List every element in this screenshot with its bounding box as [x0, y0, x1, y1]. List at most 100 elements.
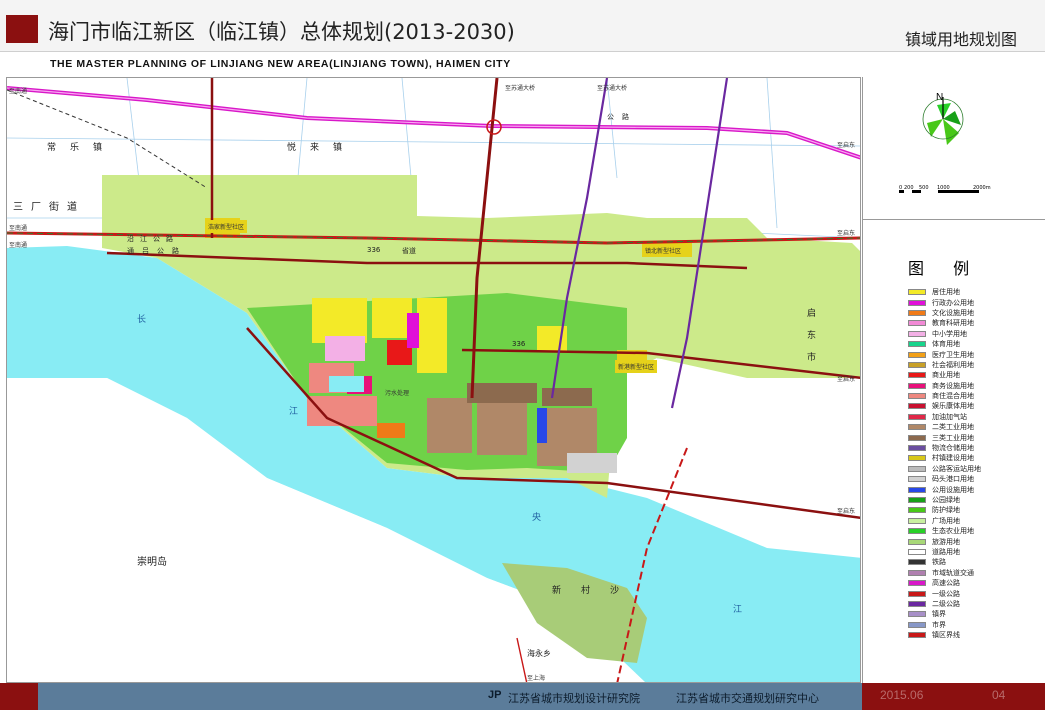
- legend-label: 高速公路: [932, 579, 960, 588]
- scale-label-500: 500: [919, 185, 929, 191]
- legend-label: 中小学用地: [932, 329, 967, 338]
- english-subtitle: THE MASTER PLANNING OF LINJIANG NEW AREA…: [50, 58, 511, 70]
- legend-item: 生态农业用地: [908, 526, 1043, 536]
- legend-item: 加油加气站: [908, 412, 1043, 422]
- legend-swatch: [908, 559, 926, 566]
- place-chongming: 崇明岛: [137, 557, 167, 568]
- page-title: 海门市临江新区（临江镇）总体规划(2013-2030): [48, 20, 515, 44]
- road-label-shengdao: 省道: [402, 247, 416, 255]
- legend-label: 文化设施用地: [932, 308, 974, 317]
- legend-label: 市界: [932, 620, 946, 629]
- legend-swatch: [908, 569, 926, 576]
- legend-label: 三类工业用地: [932, 433, 974, 442]
- legend-swatch: [908, 393, 926, 400]
- edge-label-east4: 至启东: [837, 508, 856, 515]
- legend-swatch: [908, 590, 926, 597]
- edge-label-north1: 至苏通大桥: [505, 85, 536, 92]
- legend-label: 公园绿地: [932, 496, 960, 504]
- institute-logo-icon: JP: [488, 689, 502, 701]
- legend-label: 体育用地: [932, 340, 960, 349]
- sheet-title: 镇域用地规划图: [904, 30, 1017, 49]
- legend-label: 社会福利用地: [932, 360, 974, 369]
- legend-item: 镇区界线: [908, 630, 1043, 640]
- legend-item: 高速公路: [908, 578, 1043, 588]
- footer-bar: JP 江苏省城市规划设计研究院 江苏省城市交通规划研究中心 2015.06 04: [0, 683, 1045, 710]
- legend-swatch: [908, 361, 926, 368]
- legend-title: 图 例: [908, 259, 982, 278]
- road-label-gonglu: 公路: [607, 113, 637, 121]
- footer-org-primary: 江苏省城市规划设计研究院: [508, 692, 640, 705]
- legend-swatch: [908, 382, 926, 389]
- legend-swatch: [908, 289, 926, 296]
- legend-label: 一级公路: [932, 589, 960, 598]
- edge-label-west3: 至南通: [9, 242, 28, 249]
- legend-swatch: [908, 320, 926, 327]
- legend-swatch: [908, 528, 926, 535]
- edge-label-east3: 至启东: [837, 376, 856, 383]
- legend-item: 文化设施用地: [908, 308, 1043, 318]
- river-label-yang: 央: [532, 513, 542, 523]
- land-use-map[interactable]: 常乐镇 悦来镇 三厂街道 启东市 崇明岛 海永乡 新村沙 长 江 央 江 336…: [6, 77, 861, 683]
- legend-item: 娱乐康体用地: [908, 401, 1043, 411]
- legend-swatch: [908, 497, 926, 503]
- legend-swatch: [908, 507, 926, 514]
- legend-item: 旅游用地: [908, 536, 1043, 546]
- legend-label: 防护绿地: [932, 506, 960, 515]
- legend-item: 社会福利用地: [908, 360, 1043, 370]
- legend-item: 物流仓储用地: [908, 443, 1043, 453]
- footer-page-number: 04: [992, 688, 1006, 702]
- legend-swatch: [908, 403, 926, 410]
- legend-item: 广场用地: [908, 516, 1043, 526]
- river-label-jiang2: 江: [733, 605, 743, 615]
- legend-item: 商务设施用地: [908, 381, 1043, 391]
- legend-swatch: [908, 632, 926, 639]
- legend-swatch: [908, 621, 926, 628]
- legend-swatch: [908, 309, 926, 316]
- legend-item: 商住混合用地: [908, 391, 1043, 401]
- road-label-yanjiang: 沿江公路: [127, 235, 179, 243]
- legend-label: 医疗卫生用地: [932, 350, 974, 359]
- road-label-336: 336: [367, 246, 381, 254]
- scale-label-2000: 2000m: [973, 185, 991, 191]
- scale-label-1000: 1000: [937, 185, 950, 191]
- legend-item: 三类工业用地: [908, 432, 1043, 442]
- legend-label: 道路用地: [932, 547, 960, 556]
- legend-label: 商住混合用地: [932, 392, 974, 401]
- footer-brand-block: [0, 683, 38, 710]
- legend-label: 物流仓储用地: [932, 444, 974, 453]
- legend-item: 村镇建设用地: [908, 453, 1043, 463]
- legend-panel: N 0 200 500 1000 2000m 图 例 居住用地 行政办公用地 文化设…: [862, 77, 1045, 683]
- legend-label: 码头港口用地: [932, 475, 974, 484]
- legend-label: 旅游用地: [932, 537, 960, 546]
- scale-label-0: 0: [899, 185, 903, 191]
- legend-swatch: [908, 465, 926, 472]
- legend-item: 码头港口用地: [908, 474, 1043, 484]
- footer-date: 2015.06: [880, 688, 924, 702]
- legend-swatch: [908, 600, 926, 607]
- place-qidong: 启东市: [807, 309, 817, 363]
- legend-swatch: [908, 476, 926, 483]
- legend-item: 中小学用地: [908, 329, 1043, 339]
- legend-item: 二类工业用地: [908, 422, 1043, 432]
- legend-swatch: [908, 548, 926, 555]
- footer-org-secondary: 江苏省城市交通规划研究中心: [676, 692, 819, 705]
- legend-swatch: [908, 445, 926, 452]
- legend-label: 娱乐康体用地: [932, 402, 974, 411]
- legend-label: 教育科研用地: [932, 319, 974, 328]
- legend-label: 村镇建设用地: [932, 454, 974, 463]
- legend-item: 市界: [908, 620, 1043, 630]
- legend-item: 镇界: [908, 609, 1043, 619]
- edge-label-west1: 至南通: [9, 88, 28, 95]
- legend-item: 道路用地: [908, 547, 1043, 557]
- legend-swatch: [908, 424, 926, 431]
- legend-item: 公路客运站用地: [908, 464, 1043, 474]
- map-drawing: [7, 78, 860, 682]
- legend-label: 公用设施用地: [932, 485, 974, 494]
- panel-divider: [863, 219, 1045, 220]
- place-haiyong: 海永乡: [527, 649, 551, 658]
- legend-swatch: [908, 486, 926, 493]
- place-xincunsha: 新村沙: [552, 586, 640, 596]
- legend-item: 市域轨道交通: [908, 568, 1043, 578]
- legend-item: 体育用地: [908, 339, 1043, 349]
- legend-item: 防护绿地: [908, 505, 1043, 515]
